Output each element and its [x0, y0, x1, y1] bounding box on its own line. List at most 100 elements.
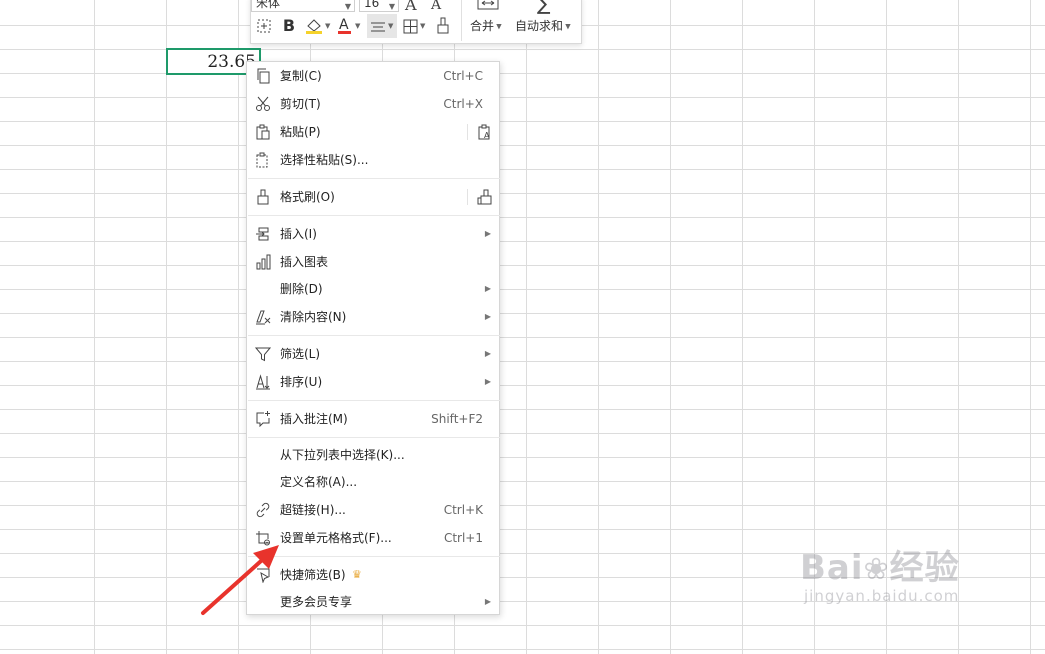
watermark-sub: jingyan.baidu.com	[804, 587, 960, 605]
menu-item-label: 从下拉列表中选择(K)...	[280, 448, 405, 462]
chevron-right-icon: ▶	[484, 597, 491, 606]
menu-item-hyperlink[interactable]: 超链接(H)... Ctrl+K	[247, 496, 499, 524]
menu-divider	[467, 124, 468, 140]
scissors-icon	[255, 96, 271, 112]
menu-item-shortcut: Ctrl+C	[443, 69, 483, 83]
menu-item-label: 定义名称(A)...	[280, 475, 358, 489]
chevron-right-icon: ▶	[484, 284, 491, 293]
font-size-select[interactable]: 16 ▼	[359, 0, 399, 12]
menu-item-label: 设置单元格格式(F)...	[280, 531, 392, 545]
paste-icon	[255, 124, 271, 140]
toolbar-divider	[461, 0, 462, 41]
menu-item-label: 插入图表	[280, 255, 329, 269]
menu-item-shortcut: Ctrl+1	[443, 531, 483, 545]
menu-item-cut[interactable]: 剪切(T) Ctrl+X	[247, 90, 499, 118]
baidu-watermark: Bai❀经验 jingyan.baidu.com	[800, 540, 960, 605]
chevron-down-icon: ▼	[344, 2, 351, 11]
svg-text:▼: ▼	[325, 22, 331, 30]
format-select-icon[interactable]	[255, 14, 275, 38]
bold-icon[interactable]: B	[279, 14, 299, 38]
menu-item-label: 选择性粘贴(S)...	[280, 153, 369, 167]
align-button[interactable]: ▼	[367, 14, 397, 38]
menu-item-label: 超链接(H)...	[280, 503, 346, 517]
decrease-font-icon[interactable]: A	[431, 0, 441, 13]
format-painter-icon	[255, 189, 271, 205]
menu-item-shortcut: Ctrl+K	[443, 503, 483, 517]
menu-item-copy[interactable]: 复制(C) Ctrl+C	[247, 62, 499, 90]
merge-button[interactable]: 合并 ▼	[463, 0, 513, 41]
svg-text:▼: ▼	[355, 22, 361, 30]
watermark-main: Bai	[800, 548, 864, 588]
format-painter-multi-icon[interactable]	[477, 189, 493, 205]
menu-item-label: 更多会员专享	[280, 595, 353, 609]
menu-item-label: 复制(C)	[280, 69, 322, 83]
svg-text:▼: ▼	[388, 22, 394, 30]
svg-text:A: A	[484, 131, 490, 140]
menu-item-filter[interactable]: 筛选(L) ▶	[247, 340, 499, 368]
menu-item-insert-chart[interactable]: 插入图表	[247, 248, 499, 276]
format-painter-icon[interactable]	[435, 14, 455, 38]
crown-icon: ♛	[352, 568, 362, 581]
increase-font-icon[interactable]: A	[405, 0, 417, 14]
chevron-right-icon: ▶	[484, 349, 491, 358]
eraser-icon	[255, 309, 271, 325]
menu-item-label: 清除内容(N)	[280, 310, 347, 324]
menu-item-label: 插入批注(M)	[280, 412, 348, 426]
menu-item-label: 删除(D)	[280, 282, 323, 296]
menu-item-insert-comment[interactable]: 插入批注(M) Shift+F2	[247, 405, 499, 433]
border-button[interactable]: ▼	[401, 14, 431, 38]
sort-icon	[255, 374, 271, 390]
menu-item-insert[interactable]: 插入(I) ▶	[247, 220, 499, 248]
annotation-arrow	[195, 525, 285, 620]
menu-divider	[467, 189, 468, 205]
menu-item-format-painter[interactable]: 格式刷(O)	[247, 183, 499, 211]
menu-item-delete[interactable]: 删除(D) ▶	[247, 275, 499, 303]
fill-color-button[interactable]: ▼	[303, 14, 333, 38]
menu-item-shortcut: Ctrl+X	[443, 97, 483, 111]
copy-icon	[255, 68, 271, 84]
menu-item-label: 插入(I)	[280, 227, 317, 241]
comment-icon	[255, 411, 271, 427]
sigma-icon: ∑	[537, 0, 551, 15]
chevron-right-icon: ▶	[484, 312, 491, 321]
menu-item-sort[interactable]: 排序(U) ▶	[247, 368, 499, 396]
menu-item-pick-from-list[interactable]: 从下拉列表中选择(K)...	[247, 441, 499, 469]
menu-item-label: 剪切(T)	[280, 97, 321, 111]
bar-chart-icon	[255, 254, 271, 270]
menu-separator	[248, 178, 500, 179]
menu-item-label: 筛选(L)	[280, 347, 321, 361]
paste-values-icon[interactable]: A	[477, 124, 493, 140]
paste-special-icon	[255, 152, 271, 168]
menu-item-paste[interactable]: 粘贴(P) A	[247, 118, 499, 146]
link-icon	[255, 502, 271, 518]
paw-icon: ❀	[863, 552, 890, 587]
autosum-label: 自动求和	[515, 19, 564, 33]
menu-item-define-name[interactable]: 定义名称(A)...	[247, 468, 499, 496]
menu-item-label: 格式刷(O)	[280, 190, 335, 204]
chevron-right-icon: ▶	[484, 377, 491, 386]
menu-item-clear-content[interactable]: 清除内容(N) ▶	[247, 303, 499, 331]
menu-separator	[248, 400, 500, 401]
menu-item-label: 排序(U)	[280, 375, 323, 389]
watermark-main2: 经验	[889, 548, 960, 588]
chevron-down-icon: ▼	[563, 22, 571, 31]
insert-icon	[255, 226, 271, 242]
filter-icon	[255, 346, 271, 362]
menu-item-paste-special[interactable]: 选择性粘贴(S)...	[247, 146, 499, 174]
font-name-value: 宋体	[256, 0, 281, 10]
chevron-down-icon: ▼	[388, 2, 395, 11]
menu-item-label: 快捷筛选(B)	[280, 568, 346, 582]
font-name-select[interactable]: 宋体 ▼	[251, 0, 355, 12]
font-color-button[interactable]: A ▼	[335, 14, 363, 38]
merge-label: 合并	[470, 19, 495, 33]
svg-text:▼: ▼	[420, 22, 426, 30]
font-size-value: 16	[364, 0, 380, 10]
autosum-button[interactable]: ∑ 自动求和 ▼	[513, 0, 579, 41]
menu-separator	[248, 215, 500, 216]
menu-separator	[248, 437, 500, 438]
mini-toolbar: 宋体 ▼ 16 ▼ A A B ▼ A ▼ ▼ ▼ 合并 ▼ ∑ 自动求和 ▼	[250, 0, 582, 44]
menu-separator	[248, 335, 500, 336]
menu-separator	[248, 556, 500, 557]
svg-text:A: A	[339, 17, 349, 33]
menu-item-shortcut: Shift+F2	[431, 412, 483, 426]
